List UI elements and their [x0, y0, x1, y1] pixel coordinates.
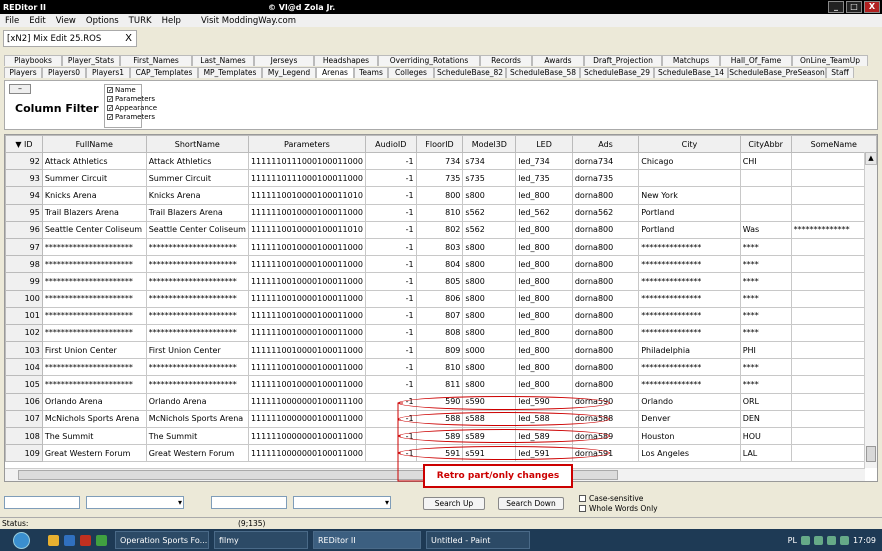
search-bar: Search Up Search Down Case-sensitive Who…	[0, 490, 882, 516]
status-bar: Status: (9;135)	[0, 517, 882, 529]
case-sensitive-checkbox[interactable]: Case-sensitive	[579, 494, 643, 503]
app-icon[interactable]	[96, 534, 107, 546]
windows-orb-icon	[12, 531, 30, 549]
checkbox-icon[interactable]	[579, 505, 586, 512]
search-input[interactable]	[4, 496, 80, 509]
whole-words-label: Whole Words Only	[589, 504, 658, 513]
tray-icon[interactable]	[826, 535, 836, 545]
taskbar: Operation Sports Fo... filmy REDitor II …	[0, 529, 882, 551]
checkbox-icon[interactable]	[579, 495, 586, 502]
clock: 17:09	[852, 535, 876, 545]
annotation-note: Retro part/only changes made	[423, 464, 573, 501]
tray-icon[interactable]	[813, 535, 823, 545]
task-reditor[interactable]: REDitor II	[313, 531, 421, 549]
status-label: Status:	[2, 519, 29, 528]
task-paint[interactable]: Untitled - Paint	[426, 531, 530, 549]
task-filmy[interactable]: filmy	[214, 531, 308, 549]
tray-icon[interactable]	[839, 535, 849, 545]
browser-icon[interactable]	[64, 534, 75, 546]
start-button[interactable]	[0, 529, 42, 551]
cursor-position: (9;135)	[238, 519, 266, 528]
media-icon[interactable]	[80, 534, 91, 546]
search-down-button[interactable]: Search Down	[498, 497, 564, 510]
whole-words-checkbox[interactable]: Whole Words Only	[579, 504, 658, 513]
system-tray: PL 17:09	[702, 529, 882, 551]
task-operation-sports[interactable]: Operation Sports Fo...	[115, 531, 209, 549]
quick-launch	[48, 534, 107, 546]
search-up-button[interactable]: Search Up	[423, 497, 485, 510]
case-sensitive-label: Case-sensitive	[589, 494, 644, 503]
tray-icon[interactable]	[800, 535, 810, 545]
replace-input[interactable]	[211, 496, 287, 509]
language-indicator[interactable]: PL	[788, 536, 797, 545]
search-column-select[interactable]	[86, 496, 184, 509]
folder-icon[interactable]	[48, 534, 59, 546]
replace-column-select[interactable]	[293, 496, 391, 509]
